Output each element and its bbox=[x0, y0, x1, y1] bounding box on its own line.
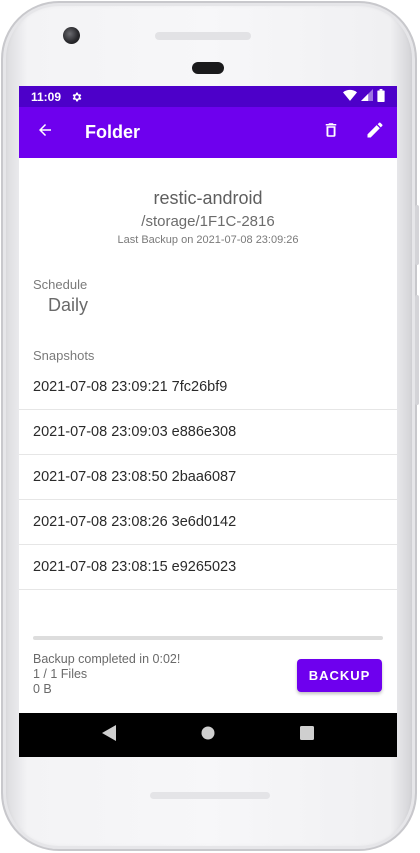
schedule-label: Schedule bbox=[33, 277, 88, 292]
backup-progress-bar bbox=[33, 636, 383, 640]
edit-icon bbox=[365, 120, 385, 145]
delete-button[interactable] bbox=[309, 107, 353, 158]
status-time: 11:09 bbox=[31, 89, 62, 104]
page-title: Folder bbox=[85, 122, 141, 142]
app-bar: Folder bbox=[19, 107, 397, 158]
wifi-icon bbox=[343, 89, 357, 104]
status-bar: 11:09 bbox=[19, 86, 397, 107]
snapshot-item[interactable]: 2021-07-08 23:08:26 3e6d0142 bbox=[19, 500, 397, 545]
status-icons bbox=[343, 88, 385, 105]
earpiece-slot bbox=[192, 62, 224, 74]
snapshot-item[interactable]: 2021-07-08 23:09:03 e886e308 bbox=[19, 410, 397, 455]
snapshots-label: Snapshots bbox=[33, 348, 95, 363]
snapshot-item[interactable]: 2021-07-08 23:09:21 7fc26bf9 bbox=[19, 365, 397, 410]
backup-size: 0 B bbox=[33, 682, 52, 696]
nav-recents-button[interactable] bbox=[287, 715, 327, 755]
nav-back-button[interactable] bbox=[89, 715, 129, 755]
power-button bbox=[415, 205, 419, 265]
delete-icon bbox=[322, 120, 340, 145]
signal-icon bbox=[361, 89, 373, 104]
snapshot-item[interactable]: 2021-07-08 23:08:15 e9265023 bbox=[19, 545, 397, 590]
backup-file-count: 1 / 1 Files bbox=[33, 667, 88, 681]
last-backup-text: Last Backup on 2021-07-08 23:09:26 bbox=[117, 234, 299, 246]
backup-status-message: Backup completed in 0:02! bbox=[33, 652, 181, 666]
earpiece-top bbox=[155, 32, 251, 40]
navigation-bar bbox=[19, 713, 397, 757]
back-arrow-icon bbox=[36, 121, 54, 144]
backup-status: Backup completed in 0:02! 1 / 1 Files 0 … bbox=[33, 652, 180, 697]
gear-icon bbox=[71, 91, 83, 103]
schedule-value: Daily bbox=[48, 295, 89, 315]
front-camera bbox=[63, 27, 80, 44]
bottom-speaker bbox=[150, 792, 270, 799]
folder-name: restic-android bbox=[153, 188, 263, 208]
app-bar-actions bbox=[309, 107, 397, 158]
edit-button[interactable] bbox=[353, 107, 397, 158]
screen: 11:09 Folder restic-android /storage/1F1… bbox=[19, 86, 397, 757]
folder-header: restic-android /storage/1F1C-2816 Last B… bbox=[19, 188, 397, 246]
nav-home-button[interactable] bbox=[188, 715, 228, 755]
back-button[interactable] bbox=[19, 107, 71, 158]
backup-button[interactable]: BACKUP bbox=[297, 659, 382, 692]
nav-recents-icon bbox=[300, 725, 315, 745]
battery-icon bbox=[377, 88, 385, 105]
nav-back-icon bbox=[101, 724, 116, 746]
volume-button bbox=[415, 295, 419, 405]
snapshot-item[interactable]: 2021-07-08 23:08:50 2baa6087 bbox=[19, 455, 397, 500]
snapshot-list: 2021-07-08 23:09:21 7fc26bf9 2021-07-08 … bbox=[19, 365, 397, 590]
folder-path: /storage/1F1C-2816 bbox=[141, 213, 275, 230]
nav-home-icon bbox=[201, 726, 215, 745]
